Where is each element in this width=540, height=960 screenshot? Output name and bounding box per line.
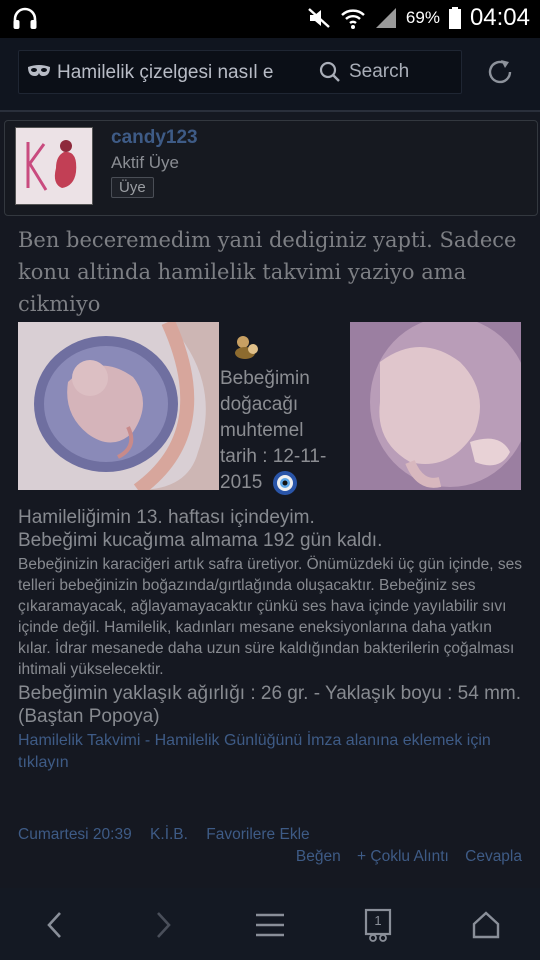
fetus-womb-image <box>18 322 219 490</box>
search-icon <box>319 61 340 82</box>
avatar[interactable] <box>15 127 93 205</box>
menu-icon[interactable] <box>255 910 285 940</box>
evil-eye-icon <box>272 471 297 495</box>
battery-percent: 69% <box>405 8 440 27</box>
battery-icon <box>448 7 461 29</box>
post-message: Ben beceremedim yani dediginiz yapti. Sa… <box>18 228 517 316</box>
week-line: Hamileliğimin 13. haftası içindeyim. <box>18 507 315 528</box>
fetus-closeup-image <box>350 322 521 490</box>
search-button[interactable]: Search <box>319 61 409 83</box>
multi-quote-button[interactable]: + Çoklu Alıntı <box>357 848 449 865</box>
avatar-image <box>16 128 92 204</box>
status-bar: 69% 04:04 <box>0 0 540 38</box>
page-content: candy123 Aktif Üye Üye Ben beceremedim y… <box>0 110 540 888</box>
user-badge: Üye <box>111 177 154 198</box>
clock: 04:04 <box>469 4 530 31</box>
divider <box>0 110 540 112</box>
url-text[interactable]: Hamilelik çizelgesi nasıl e <box>57 62 302 84</box>
add-favorite-link[interactable]: Favorilere Ekle <box>206 826 309 843</box>
signature-link[interactable]: Hamilelik Takvimi - Hamilelik Günlüğünü … <box>18 730 526 774</box>
incognito-mask-icon <box>28 65 50 76</box>
search-label: Search <box>349 61 410 82</box>
username[interactable]: candy123 <box>111 127 198 149</box>
kib-link[interactable]: K.İ.B. <box>150 826 188 843</box>
like-button[interactable]: Beğen <box>296 848 341 865</box>
address-bar[interactable]: Hamilelik çizelgesi nasıl e Search <box>18 50 462 94</box>
reply-button[interactable]: Cevapla <box>465 848 522 865</box>
tab-count: 1 <box>374 913 382 928</box>
post-actions: Beğen + Çoklu Alıntı Cevapla <box>284 848 522 866</box>
reload-icon[interactable] <box>484 56 516 88</box>
home-icon[interactable] <box>472 910 500 940</box>
user-card: candy123 Aktif Üye Üye <box>4 120 538 216</box>
post-meta: Cumartesi 20:39 K.İ.B. Favorilere Ekle <box>18 826 526 844</box>
signature: Hamileliğimin 13. haftası içindeyim. Beb… <box>18 506 526 774</box>
browser-nav-bar: 1 <box>0 888 540 960</box>
due-date-text: Bebeğimin doğacağı muhtemel tarih : 12-1… <box>220 366 344 496</box>
days-line: Bebeğimi kucağıma almama 192 gün kaldı. <box>18 530 383 551</box>
signal-icon <box>375 8 396 28</box>
browser-toolbar: Hamilelik çizelgesi nasıl e Search <box>0 38 540 110</box>
user-title: Aktif Üye <box>111 153 180 172</box>
post-timestamp: Cumartesi 20:39 <box>18 826 132 843</box>
info-paragraph: Bebeğinizin karaciğeri artık safra üreti… <box>18 556 522 678</box>
forward-icon[interactable] <box>150 910 176 940</box>
mute-icon <box>308 8 330 28</box>
mother-baby-emoticon <box>235 336 258 359</box>
tabs-button[interactable]: 1 <box>364 908 392 942</box>
size-line: Bebeğimin yaklaşık ağırlığı : 26 gr. - Y… <box>18 683 522 727</box>
headphones-icon <box>13 7 37 29</box>
back-icon[interactable] <box>42 910 68 940</box>
wifi-icon <box>341 9 365 29</box>
